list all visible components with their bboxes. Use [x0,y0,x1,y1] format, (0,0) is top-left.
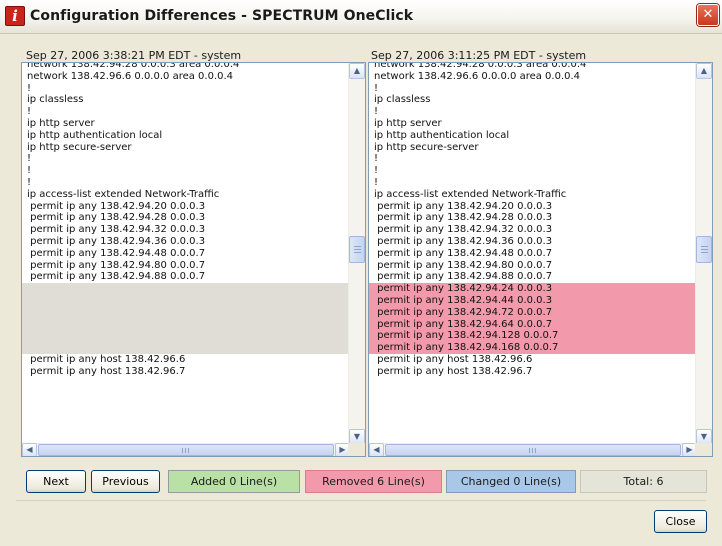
left-config-text[interactable]: network 138.42.94.28 0.0.0.3 area 0.0.0.… [22,63,350,445]
config-line: ip http server [27,117,95,129]
config-diff-window: i Configuration Differences - SPECTRUM O… [0,0,722,546]
config-line: permit ip any 138.42.94.80 0.0.0.7 [374,259,553,271]
config-line: permit ip any 138.42.94.48 0.0.0.7 [27,247,206,259]
config-line: permit ip any 138.42.94.32 0.0.0.3 [27,224,206,236]
config-line: ip http authentication local [374,129,510,141]
spectrum-app-icon: i [5,6,25,26]
config-line: network 138.42.96.6 0.0.0.0 area 0.0.0.4 [374,70,581,82]
scroll-thumb[interactable] [696,236,712,263]
config-line: ! [27,165,32,177]
config-line: ip classless [27,94,84,106]
removed-lines-legend: Removed 6 Line(s) [305,470,442,493]
scroll-left-arrow-icon[interactable]: ◀ [369,443,384,456]
left-horizontal-scrollbar[interactable]: ◀ ▶ [22,443,350,456]
config-line: ! [27,106,32,118]
diff-placeholder-line [22,283,350,295]
diff-placeholder-line [22,330,350,343]
next-difference-button[interactable]: Next [26,470,86,493]
horizontal-scroll-thumb[interactable] [385,444,681,456]
config-line: permit ip any host 138.42.96.7 [27,365,186,377]
config-line: permit ip any 138.42.94.28 0.0.0.3 [27,212,206,224]
removed-config-line: permit ip any 138.42.94.44 0.0.0.3 [369,294,697,307]
config-line: permit ip any 138.42.94.20 0.0.0.3 [374,200,553,212]
window-close-button[interactable]: ✕ [697,4,719,26]
config-line: permit ip any 138.42.94.80 0.0.0.7 [27,259,206,271]
config-line: permit ip any host 138.42.96.7 [374,365,533,377]
right-config-text[interactable]: network 138.42.94.28 0.0.0.3 area 0.0.0.… [369,63,697,445]
diff-placeholder-line [22,318,350,331]
config-line: permit ip any 138.42.94.48 0.0.0.7 [374,247,553,259]
removed-config-line: permit ip any 138.42.94.64 0.0.0.7 [369,318,697,331]
config-line: permit ip any 138.42.94.36 0.0.0.3 [27,235,206,247]
config-line: ip http secure-server [374,141,479,153]
changed-lines-legend: Changed 0 Line(s) [446,470,576,493]
horizontal-scroll-thumb[interactable] [38,444,334,456]
config-line: permit ip any 138.42.94.28 0.0.0.3 [374,212,553,224]
total-differences-label: Total: 6 [580,470,707,493]
config-line: permit ip any 138.42.94.32 0.0.0.3 [374,224,553,236]
config-line: ! [27,176,32,188]
removed-config-line: permit ip any 138.42.94.128 0.0.0.7 [369,330,697,343]
right-pane-timestamp: Sep 27, 2006 3:11:25 PM EDT - system [371,49,587,62]
config-line: permit ip any 138.42.94.20 0.0.0.3 [27,200,206,212]
config-line: ip access-list extended Network-Traffic [374,188,567,200]
config-line: network 138.42.94.28 0.0.0.3 area 0.0.0.… [27,63,240,70]
close-button[interactable]: Close [654,510,707,533]
diff-placeholder-line [22,294,350,307]
removed-config-line: permit ip any 138.42.94.24 0.0.0.3 [369,283,697,295]
right-config-pane[interactable]: network 138.42.94.28 0.0.0.3 area 0.0.0.… [368,62,713,457]
config-line: ! [374,165,379,177]
diff-placeholder-line [22,342,350,354]
config-line: permit ip any 138.42.94.36 0.0.0.3 [374,235,553,247]
title-bar[interactable]: i Configuration Differences - SPECTRUM O… [0,0,722,34]
scroll-left-arrow-icon[interactable]: ◀ [22,443,37,456]
config-line: ip classless [374,94,431,106]
removed-config-line: permit ip any 138.42.94.72 0.0.0.7 [369,306,697,319]
config-line: ip http secure-server [27,141,132,153]
config-line: ! [27,153,32,165]
config-line: permit ip any host 138.42.96.6 [27,353,186,365]
left-vertical-scrollbar[interactable]: ▲ ▼ [348,63,365,445]
config-line: ! [374,176,379,188]
window-title: Configuration Differences - SPECTRUM One… [30,8,414,24]
config-line: permit ip any 138.42.94.88 0.0.0.7 [374,271,553,283]
scroll-corner [695,443,712,456]
previous-difference-button[interactable]: Previous [91,470,160,493]
config-line: ip http authentication local [27,129,163,141]
diff-placeholder-line [22,306,350,319]
scroll-corner [348,443,365,456]
added-lines-legend: Added 0 Line(s) [168,470,300,493]
scroll-up-arrow-icon[interactable]: ▲ [349,63,365,79]
left-pane-timestamp: Sep 27, 2006 3:38:21 PM EDT - system [26,49,242,62]
config-line: ! [374,153,379,165]
config-line: ip access-list extended Network-Traffic [27,188,220,200]
removed-config-line: permit ip any 138.42.94.168 0.0.0.7 [369,342,697,354]
scroll-thumb[interactable] [349,236,365,263]
config-line: ip http server [374,117,442,129]
config-line: permit ip any 138.42.94.88 0.0.0.7 [27,271,206,283]
right-vertical-scrollbar[interactable]: ▲ ▼ [695,63,712,445]
right-horizontal-scrollbar[interactable]: ◀ ▶ [369,443,697,456]
config-line: network 138.42.96.6 0.0.0.0 area 0.0.0.4 [27,70,234,82]
config-line: ! [27,82,32,94]
left-config-pane[interactable]: network 138.42.94.28 0.0.0.3 area 0.0.0.… [21,62,366,457]
scroll-up-arrow-icon[interactable]: ▲ [696,63,712,79]
config-line: permit ip any host 138.42.96.6 [374,353,533,365]
config-line: network 138.42.94.28 0.0.0.3 area 0.0.0.… [374,63,587,70]
config-line: ! [374,82,379,94]
footer-divider [16,500,706,501]
config-line: ! [374,106,379,118]
